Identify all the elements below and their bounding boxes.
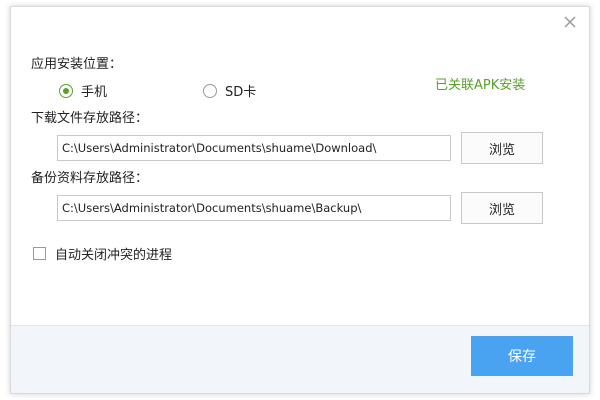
backup-path-input[interactable] (57, 195, 451, 221)
settings-dialog: 应用安装位置： 手机 SD卡 已关联APK安装 下载文件存放路径： 浏览 备份资… (10, 6, 590, 394)
radio-sd-card-label: SD卡 (225, 85, 257, 100)
close-button[interactable] (561, 13, 579, 31)
download-browse-button[interactable]: 浏览 (461, 132, 543, 164)
dialog-footer: 保存 (11, 325, 589, 393)
radio-sd-card[interactable]: SD卡 (203, 81, 256, 100)
auto-close-checkbox[interactable] (33, 247, 46, 260)
download-path-input[interactable] (57, 135, 451, 161)
backup-path-label: 备份资料存放路径： (31, 171, 149, 186)
install-location-label: 应用安装位置： (31, 57, 123, 72)
radio-phone-label: 手机 (81, 85, 108, 100)
radio-sd-card-indicator[interactable] (203, 83, 217, 98)
download-path-label: 下载文件存放路径： (31, 111, 149, 126)
save-button[interactable]: 保存 (471, 336, 573, 376)
radio-phone-indicator[interactable] (59, 83, 73, 98)
backup-browse-button[interactable]: 浏览 (461, 192, 543, 224)
auto-close-label: 自动关闭冲突的进程 (55, 248, 173, 263)
auto-close-option[interactable]: 自动关闭冲突的进程 (33, 244, 172, 263)
apk-association-status: 已关联APK安装 (435, 78, 526, 93)
radio-phone[interactable]: 手机 (59, 81, 107, 100)
close-icon (564, 16, 576, 28)
